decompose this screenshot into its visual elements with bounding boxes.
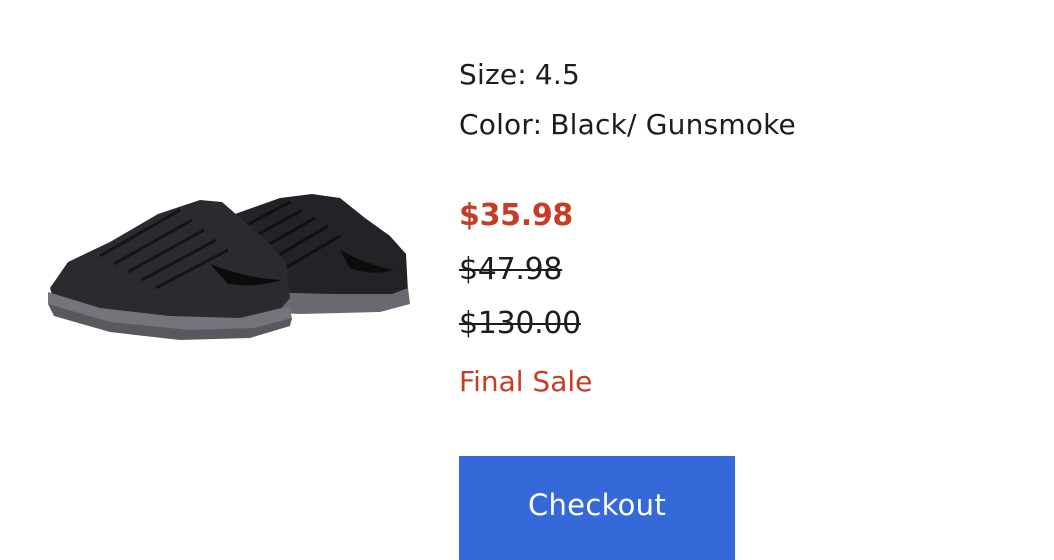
price-block: $35.98 $47.98 $130.00 Final Sale — [459, 194, 1019, 402]
product-image — [40, 180, 420, 360]
sale-price: $35.98 — [459, 198, 573, 233]
size-line: Size: 4.5 — [459, 56, 1019, 106]
original-price: $130.00 — [459, 306, 581, 341]
sneaker-pair-image — [48, 194, 410, 340]
color-line: Color: Black/ Gunsmoke — [459, 106, 1019, 156]
final-sale-label: Final Sale — [459, 365, 593, 398]
color-value: Black/ Gunsmoke — [550, 108, 796, 141]
color-label: Color: — [459, 108, 543, 141]
checkout-button[interactable]: Checkout — [459, 456, 735, 560]
product-details: Size: 4.5 Color: Black/ Gunsmoke $35.98 $4… — [459, 56, 1019, 402]
size-value: 4.5 — [534, 58, 581, 91]
size-label: Size: — [459, 58, 527, 91]
previous-price: $47.98 — [459, 252, 563, 287]
